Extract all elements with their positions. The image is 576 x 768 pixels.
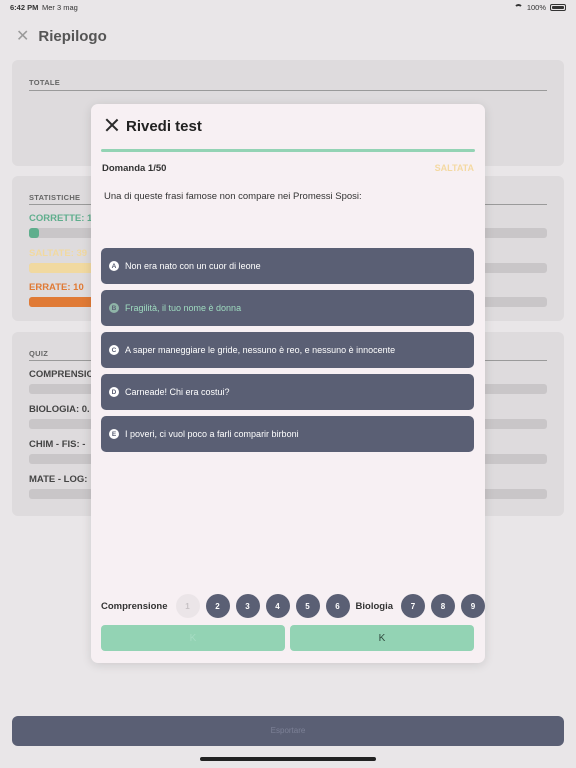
quiz-row-label: COMPRENSIO [29, 369, 94, 380]
section-label: Comprensione [101, 600, 168, 612]
answer-option[interactable]: A Non era nato con un cuor di leone [101, 248, 474, 284]
export-button[interactable]: Esportare [12, 716, 564, 746]
answer-letter: E [109, 429, 119, 439]
answer-text: I poveri, ci vuol poco a farli comparir … [125, 429, 299, 439]
home-indicator [200, 757, 376, 761]
stat-skipped-label: SALTATE: 39 [29, 248, 88, 259]
previous-button[interactable]: K [101, 625, 285, 651]
question-dot[interactable]: 8 [431, 594, 455, 618]
question-dot[interactable]: 6 [325, 594, 350, 618]
answer-text: Fragilità, il tuo nome è donna [125, 303, 242, 313]
answer-option[interactable]: E I poveri, ci vuol poco a farli compari… [101, 416, 474, 452]
next-label: K [378, 632, 386, 644]
question-dot[interactable]: 7 [401, 594, 425, 618]
prev-label: K [189, 632, 197, 644]
page-title: Riepilogo [38, 28, 107, 45]
quiz-row-label: CHIM - FIS: - [29, 439, 86, 450]
summary-header: ✕ Riepilogo [16, 28, 107, 45]
stat-wrong-label: ERRATE: 10 [29, 282, 84, 293]
question-dot[interactable]: 9 [461, 594, 485, 618]
answer-option[interactable]: D Carneade! Chi era costui? [101, 374, 474, 410]
question-dot-current[interactable]: 1 [175, 594, 200, 618]
progress-bar [101, 149, 475, 152]
total-label: TOTALE [29, 78, 61, 87]
answer-text: Non era nato con un cuor di leone [125, 261, 261, 271]
answer-letter: C [109, 345, 119, 355]
stat-correct-label: CORRETTE: 1 [29, 213, 93, 224]
divider [29, 90, 547, 91]
question-dot[interactable]: 3 [235, 594, 260, 618]
question-text: Una di queste frasi famose non compare n… [104, 191, 362, 202]
answer-letter: B [109, 303, 119, 313]
section-label: Biologia [355, 600, 393, 612]
answer-letter: A [109, 261, 119, 271]
stats-label: STATISTICHE [29, 193, 81, 202]
answer-letter: D [109, 387, 119, 397]
status-badge: SALTATA [434, 163, 474, 173]
modal-title: Rivedi test [126, 118, 202, 135]
next-button[interactable]: K [290, 625, 474, 651]
close-icon[interactable]: ✕ [16, 28, 29, 45]
question-dot[interactable]: 5 [295, 594, 320, 618]
answer-option[interactable]: C A saper maneggiare le gride, nessuno è… [101, 332, 474, 368]
answer-text: Carneade! Chi era costui? [125, 387, 230, 397]
answer-text: A saper maneggiare le gride, nessuno è r… [125, 345, 396, 355]
question-dot[interactable]: 2 [205, 594, 230, 618]
question-number: Domanda 1/50 [102, 163, 167, 174]
quiz-row-label: BIOLOGIA: 0. [29, 404, 90, 415]
review-test-modal: Rivedi test Domanda 1/50 SALTATA Una di … [91, 104, 485, 663]
answer-option-correct[interactable]: B Fragilità, il tuo nome è donna [101, 290, 474, 326]
quiz-label: QUIZ [29, 349, 49, 358]
question-navigator: Comprensione 1 2 3 4 5 6 Biologia 7 8 9 [101, 594, 485, 618]
quiz-row-label: MATE - LOG: [29, 474, 88, 485]
question-dot[interactable]: 4 [265, 594, 290, 618]
close-icon[interactable] [105, 118, 119, 132]
